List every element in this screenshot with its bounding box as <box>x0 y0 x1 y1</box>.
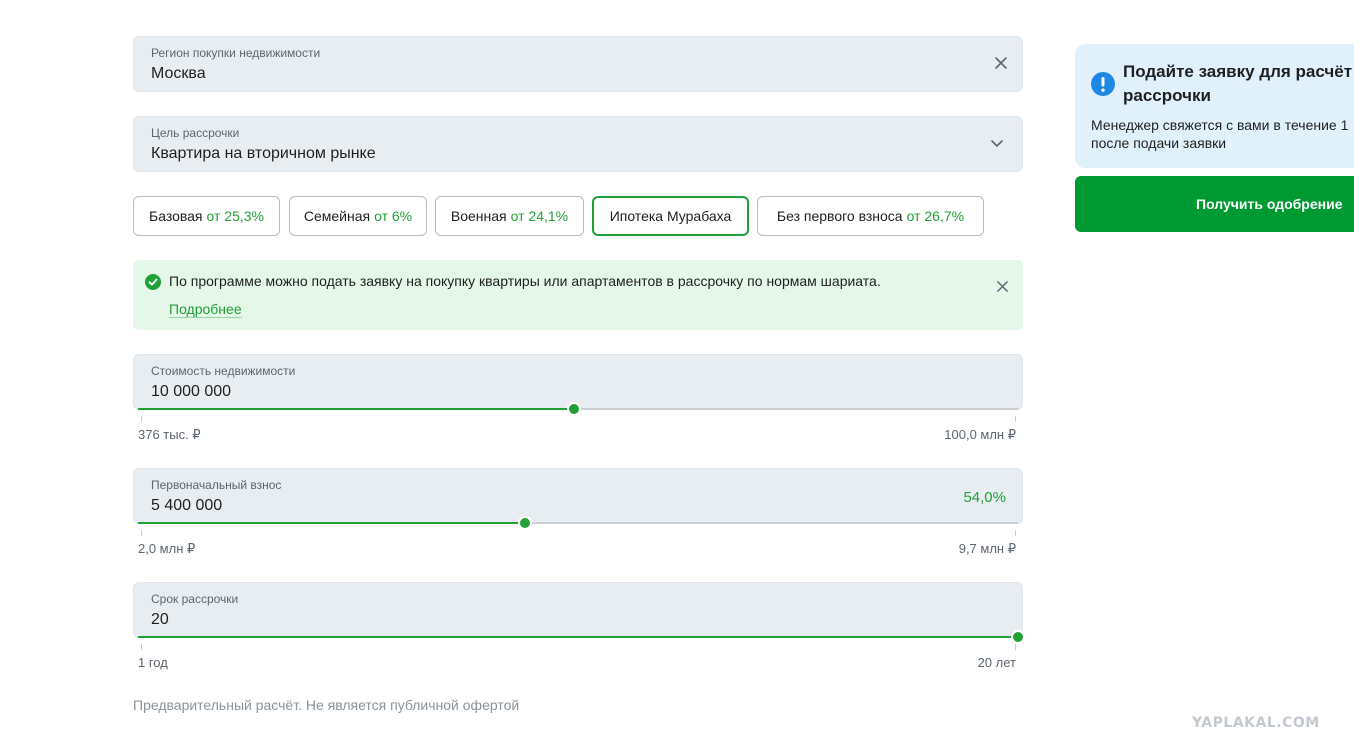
purpose-value: Квартира на вторичном рынке <box>151 145 376 162</box>
program-name: Семейная <box>303 208 371 224</box>
region-field[interactable]: Регион покупки недвижимости Москва <box>133 36 1023 92</box>
term-value: 20 <box>151 611 169 628</box>
program-chip-no-down-payment[interactable]: Без первого взноса от 26,7% <box>757 196 984 236</box>
program-rate: от 26,7% <box>906 208 965 224</box>
purpose-label: Цель рассрочки <box>151 126 240 140</box>
term-slider-fill <box>138 636 1018 638</box>
side-text: Менеджер свяжется с вами в течение 1 пос… <box>1091 116 1354 152</box>
application-info-box: Подайте заявку для расчёт рассрочки Мене… <box>1075 44 1354 168</box>
down-payment-percent: 54,0% <box>963 489 1006 506</box>
term-field[interactable]: Срок рассрочки 20 <box>133 582 1025 644</box>
notice-text: По программе можно подать заявку на поку… <box>169 273 881 289</box>
price-value: 10 000 000 <box>151 383 232 400</box>
program-notice: По программе можно подать заявку на поку… <box>133 260 1023 330</box>
close-icon[interactable] <box>996 280 1009 293</box>
disclaimer: Предварительный расчёт. Не является публ… <box>133 697 520 713</box>
side-text-line1: Менеджер свяжется с вами в течение 1 <box>1091 117 1349 133</box>
program-name: Базовая <box>149 208 203 224</box>
watermark: YAPLAKAL.COM <box>1192 715 1320 731</box>
down-payment-value: 5 400 000 <box>151 497 223 514</box>
program-chip-family[interactable]: Семейная от 6% <box>289 196 427 236</box>
exclamation-icon <box>1091 72 1115 96</box>
clear-icon[interactable] <box>994 56 1008 70</box>
program-name: Без первого взноса <box>776 208 903 224</box>
program-rate: от 6% <box>374 208 413 224</box>
get-approval-button[interactable]: Получить одобрение <box>1075 176 1354 232</box>
side-title-line1: Подайте заявку для расчёт <box>1123 62 1353 81</box>
down-payment-field[interactable]: Первоначальный взнос 5 400 000 54,0% <box>133 468 1023 530</box>
program-chip-murabaha[interactable]: Ипотека Мурабаха <box>592 196 749 236</box>
side-text-line2: после подачи заявки <box>1091 135 1227 151</box>
check-circle-icon <box>145 274 161 290</box>
range-tick <box>1015 416 1016 422</box>
program-chip-basic[interactable]: Базовая от 25,3% <box>133 196 280 236</box>
program-name: Военная <box>450 208 507 224</box>
price-slider-fill <box>138 408 574 410</box>
price-slider-track[interactable] <box>138 402 1018 416</box>
price-max: 100,0 млн ₽ <box>944 427 1016 442</box>
chevron-down-icon[interactable] <box>990 139 1004 149</box>
notice-more-link[interactable]: Подробнее <box>169 301 242 318</box>
range-tick <box>1015 530 1016 536</box>
term-slider-handle[interactable] <box>1011 630 1025 644</box>
term-slider-track[interactable] <box>138 630 1025 644</box>
price-slider-handle[interactable] <box>566 402 581 416</box>
program-name: Ипотека Мурабаха <box>609 208 732 224</box>
program-chip-military[interactable]: Военная от 24,1% <box>435 196 584 236</box>
down-payment-slider-handle[interactable] <box>518 516 533 530</box>
range-tick <box>141 416 142 422</box>
price-label: Стоимость недвижимости <box>151 364 296 378</box>
term-min: 1 год <box>138 655 168 670</box>
down-payment-slider-track[interactable] <box>138 516 1018 530</box>
term-label: Срок рассрочки <box>151 592 239 606</box>
down-payment-slider-fill <box>138 522 526 524</box>
purpose-select[interactable]: Цель рассрочки Квартира на вторичном рын… <box>133 116 1023 172</box>
down-payment-max: 9,7 млн ₽ <box>958 541 1016 556</box>
region-value: Москва <box>151 65 206 82</box>
price-field[interactable]: Стоимость недвижимости 10 000 000 <box>133 354 1023 416</box>
range-tick <box>141 644 142 650</box>
program-rate: от 25,3% <box>206 208 264 224</box>
region-label: Регион покупки недвижимости <box>151 46 321 60</box>
range-tick <box>141 530 142 536</box>
side-title-line2: рассрочки <box>1123 86 1211 105</box>
program-rate: от 24,1% <box>510 208 569 224</box>
side-title: Подайте заявку для расчёт рассрочки <box>1123 60 1354 108</box>
down-payment-min: 2,0 млн ₽ <box>138 541 196 556</box>
down-payment-label: Первоначальный взнос <box>151 478 282 492</box>
range-tick <box>1015 644 1016 650</box>
term-max: 20 лет <box>977 655 1016 670</box>
price-min: 376 тыс. ₽ <box>138 427 201 442</box>
